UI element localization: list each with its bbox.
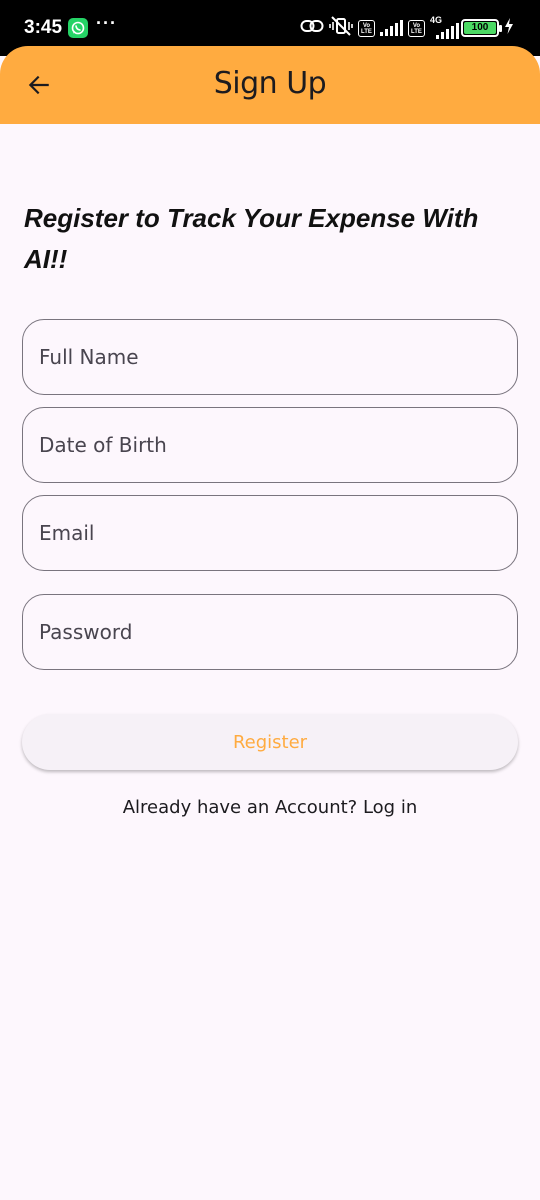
battery-level: 100 bbox=[464, 22, 496, 34]
register-headline: Register to Track Your Expense With AI!! bbox=[24, 203, 479, 274]
status-time: 3:45 bbox=[24, 17, 63, 38]
password-field[interactable] bbox=[22, 594, 518, 670]
whatsapp-icon bbox=[68, 18, 88, 38]
page-title: Sign Up bbox=[213, 66, 327, 101]
signal-4g-icon: 4G bbox=[430, 15, 459, 39]
signal-icon bbox=[380, 20, 403, 36]
email-field[interactable] bbox=[22, 495, 518, 571]
register-button[interactable]: Register bbox=[22, 714, 518, 770]
battery-icon: 100 bbox=[461, 19, 502, 37]
link-icon bbox=[300, 18, 324, 39]
charging-icon bbox=[504, 17, 514, 39]
volte-icon-2: Vo LTE bbox=[408, 19, 425, 37]
vibrate-off-icon bbox=[329, 15, 353, 41]
app-bar: Sign Up bbox=[0, 46, 540, 124]
status-icons: Vo LTE Vo LTE 4G 100 bbox=[300, 15, 514, 41]
full-name-field[interactable] bbox=[22, 319, 518, 395]
volte-icon: Vo LTE bbox=[358, 19, 375, 37]
more-notifications-icon: ··· bbox=[96, 13, 117, 33]
date-of-birth-field[interactable] bbox=[22, 407, 518, 483]
login-link[interactable]: Already have an Account? Log in bbox=[0, 797, 540, 818]
